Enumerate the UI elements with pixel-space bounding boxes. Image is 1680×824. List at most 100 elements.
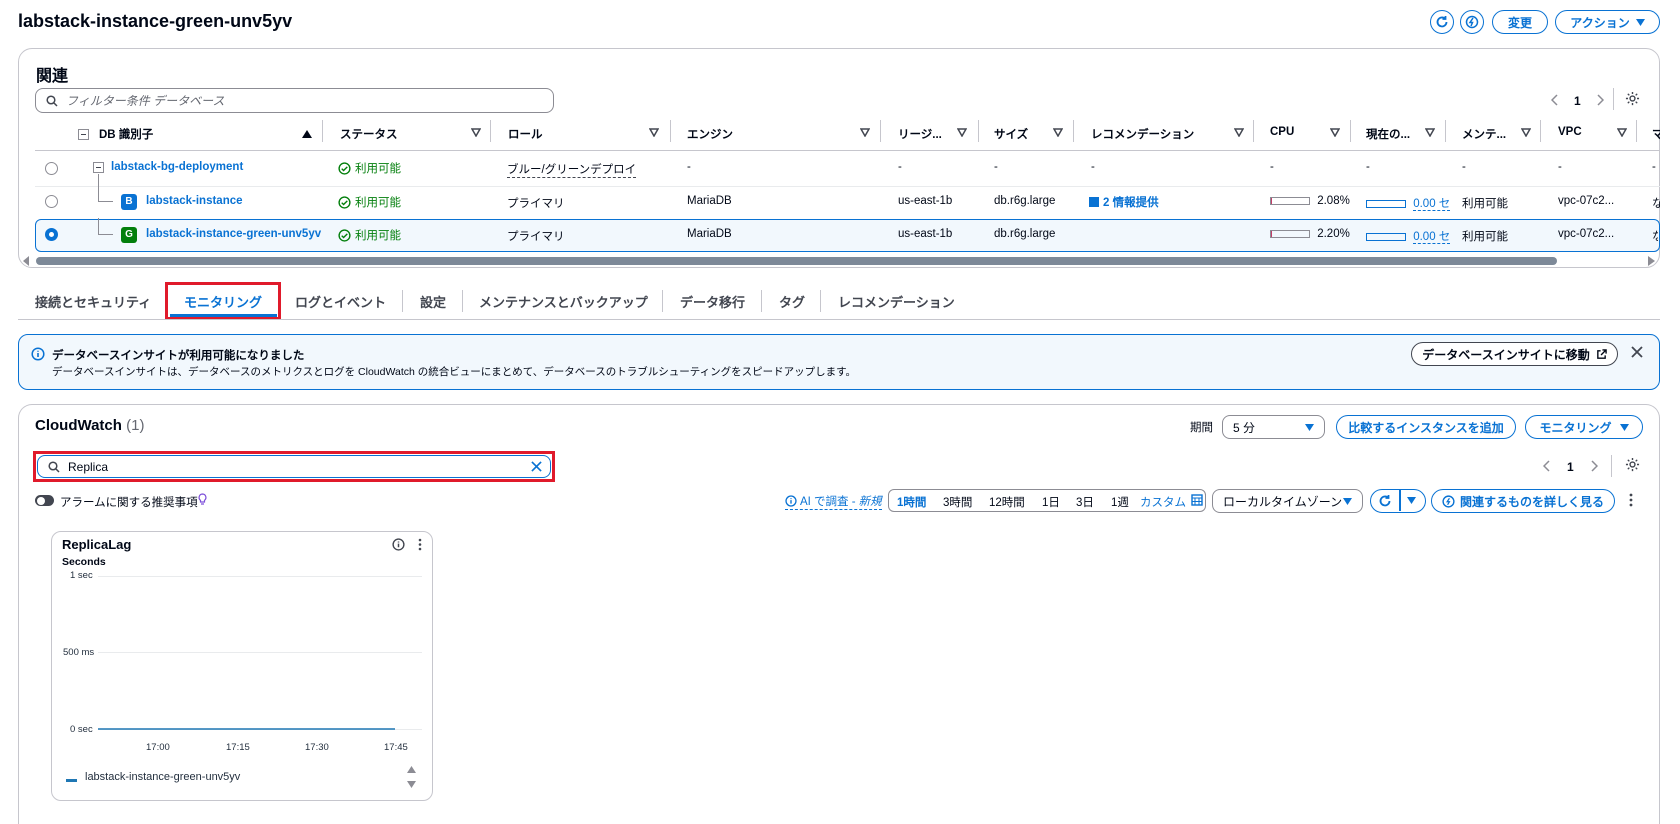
add-compare-instance-button[interactable]: 比較するインスタンスを追加 xyxy=(1336,415,1516,439)
database-insights-button[interactable]: データベースインサイトに移動 xyxy=(1411,342,1618,366)
sort-icon[interactable] xyxy=(1425,127,1435,137)
scroll-right-icon[interactable] xyxy=(1648,256,1655,266)
period-select[interactable]: 5 分 xyxy=(1222,415,1325,439)
pagination-prev-icon[interactable] xyxy=(1543,460,1551,472)
metric-search-input[interactable]: Replica xyxy=(37,455,551,478)
db-identifier-link[interactable]: labstack-bg-deployment xyxy=(111,161,243,173)
cloudwatch-title: CloudWatch (1) xyxy=(35,417,144,434)
current-cell[interactable]: 0.00 セ xyxy=(1366,228,1451,244)
col-sep xyxy=(1636,120,1637,142)
pagination-prev-icon[interactable] xyxy=(1551,94,1559,106)
close-icon[interactable] xyxy=(1631,346,1643,358)
sort-icon[interactable] xyxy=(957,127,967,137)
calendar-icon[interactable] xyxy=(1191,494,1203,506)
size-cell: - xyxy=(994,161,998,173)
time-range-custom[interactable]: カスタム xyxy=(1140,494,1186,510)
more-options-icon[interactable] xyxy=(1629,493,1633,507)
tab-maintenance-backup[interactable]: メンテナンスとバックアップ xyxy=(479,292,648,311)
legend-scroll-icon[interactable] xyxy=(407,766,416,788)
row-radio-selected[interactable] xyxy=(45,228,58,241)
sort-icon[interactable] xyxy=(860,127,870,137)
expand-all-icon[interactable] xyxy=(78,129,89,140)
x-tick-label: 17:15 xyxy=(226,742,250,753)
timezone-select[interactable]: ローカルタイムゾーン xyxy=(1212,489,1363,513)
settings-gear-icon[interactable] xyxy=(1625,91,1640,106)
current-link[interactable]: 0.00 セ xyxy=(1413,198,1451,211)
tab-logs-events[interactable]: ログとイベント xyxy=(295,292,386,311)
clear-search-icon[interactable] xyxy=(531,461,542,472)
sort-asc-icon[interactable] xyxy=(302,130,312,138)
pagination-current[interactable]: 1 xyxy=(1574,94,1581,108)
col-vpc[interactable]: VPC xyxy=(1558,126,1582,138)
tab-divider xyxy=(820,290,821,312)
cpu-value: 2.08% xyxy=(1317,195,1350,207)
cpu-value: 2.20% xyxy=(1317,228,1350,240)
widget-more-icon[interactable] xyxy=(418,538,422,551)
time-range-1w[interactable]: 1週 xyxy=(1111,494,1129,510)
time-range-12h[interactable]: 12時間 xyxy=(989,494,1025,510)
role-cell[interactable]: ブルー/グリーンデプロイ xyxy=(507,161,637,178)
table-row[interactable] xyxy=(35,152,1660,184)
recommendation-link[interactable]: 2 情報提供 xyxy=(1089,194,1159,210)
sort-icon[interactable] xyxy=(471,127,481,137)
col-region[interactable]: リージ... xyxy=(898,126,942,142)
tab-connectivity[interactable]: 接続とセキュリティ xyxy=(35,292,151,311)
col-recommendation[interactable]: レコメンデーション xyxy=(1091,126,1194,142)
tab-data-migration[interactable]: データ移行 xyxy=(680,292,745,311)
table-header-divider xyxy=(35,150,1660,151)
sort-icon[interactable] xyxy=(1617,127,1627,137)
pagination-next-icon[interactable] xyxy=(1596,94,1604,106)
sort-icon[interactable] xyxy=(1521,127,1531,137)
current-link[interactable]: 0.00 セ xyxy=(1413,231,1451,244)
col-current[interactable]: 現在の... xyxy=(1366,126,1410,142)
horizontal-scrollbar[interactable] xyxy=(36,257,1557,265)
time-range-3h[interactable]: 3時間 xyxy=(943,494,972,510)
settings-gear-icon[interactable] xyxy=(1625,457,1640,472)
sort-icon[interactable] xyxy=(649,127,659,137)
scroll-left-icon[interactable] xyxy=(23,256,30,266)
info-icon xyxy=(785,495,797,507)
alarm-toggle[interactable] xyxy=(35,495,54,506)
refresh-split-button[interactable] xyxy=(1370,489,1426,513)
col-role[interactable]: ロール xyxy=(508,126,543,142)
sort-icon[interactable] xyxy=(1330,127,1340,137)
expand-icon[interactable] xyxy=(93,162,104,173)
time-range-3d[interactable]: 3日 xyxy=(1076,494,1094,510)
refresh-button[interactable] xyxy=(1430,10,1454,34)
col-maintenance[interactable]: メンテ... xyxy=(1462,126,1506,142)
divider xyxy=(1613,88,1614,110)
col-size[interactable]: サイズ xyxy=(994,126,1028,142)
time-range-1h[interactable]: 1時間 xyxy=(897,494,926,510)
tab-monitoring[interactable]: モニタリング xyxy=(184,292,262,311)
explore-related-button[interactable]: 関連するものを詳しく見る xyxy=(1431,489,1615,513)
sort-icon[interactable] xyxy=(1234,127,1244,137)
tab-recommendations[interactable]: レコメンデーション xyxy=(838,292,955,311)
tab-configuration[interactable]: 設定 xyxy=(420,292,446,311)
db-identifier-link[interactable]: labstack-instance-green-unv5yv xyxy=(146,228,321,240)
col-db-identifier[interactable]: DB 識別子 xyxy=(99,126,153,142)
external-link-icon xyxy=(1596,348,1607,359)
tab-tags[interactable]: タグ xyxy=(779,292,805,311)
row-radio[interactable] xyxy=(45,195,58,208)
quick-action-button[interactable] xyxy=(1460,10,1484,34)
col-extra[interactable]: マ xyxy=(1652,126,1660,142)
sort-icon[interactable] xyxy=(1053,127,1063,137)
related-filter-input[interactable]: フィルター条件 データベース xyxy=(35,88,554,113)
db-identifier-link[interactable]: labstack-instance xyxy=(146,195,243,207)
tree-line xyxy=(98,234,113,235)
active-tab-underline xyxy=(170,314,277,317)
actions-button[interactable]: アクション xyxy=(1555,10,1660,34)
info-icon[interactable] xyxy=(392,538,405,551)
pagination-current[interactable]: 1 xyxy=(1567,460,1574,474)
monitoring-dropdown-button[interactable]: モニタリング xyxy=(1525,415,1643,439)
pagination-next-icon[interactable] xyxy=(1590,460,1598,472)
modify-button[interactable]: 変更 xyxy=(1492,10,1548,34)
row-radio[interactable] xyxy=(45,162,58,175)
ai-investigate-link[interactable]: AI で調査 - 新規 xyxy=(785,493,882,510)
time-range-1d[interactable]: 1日 xyxy=(1042,494,1060,510)
col-engine[interactable]: エンジン xyxy=(687,126,733,142)
current-cell[interactable]: 0.00 セ xyxy=(1366,195,1451,211)
legend-label[interactable]: labstack-instance-green-unv5yv xyxy=(85,771,240,783)
col-status[interactable]: ステータス xyxy=(340,126,398,142)
col-cpu[interactable]: CPU xyxy=(1270,126,1294,138)
